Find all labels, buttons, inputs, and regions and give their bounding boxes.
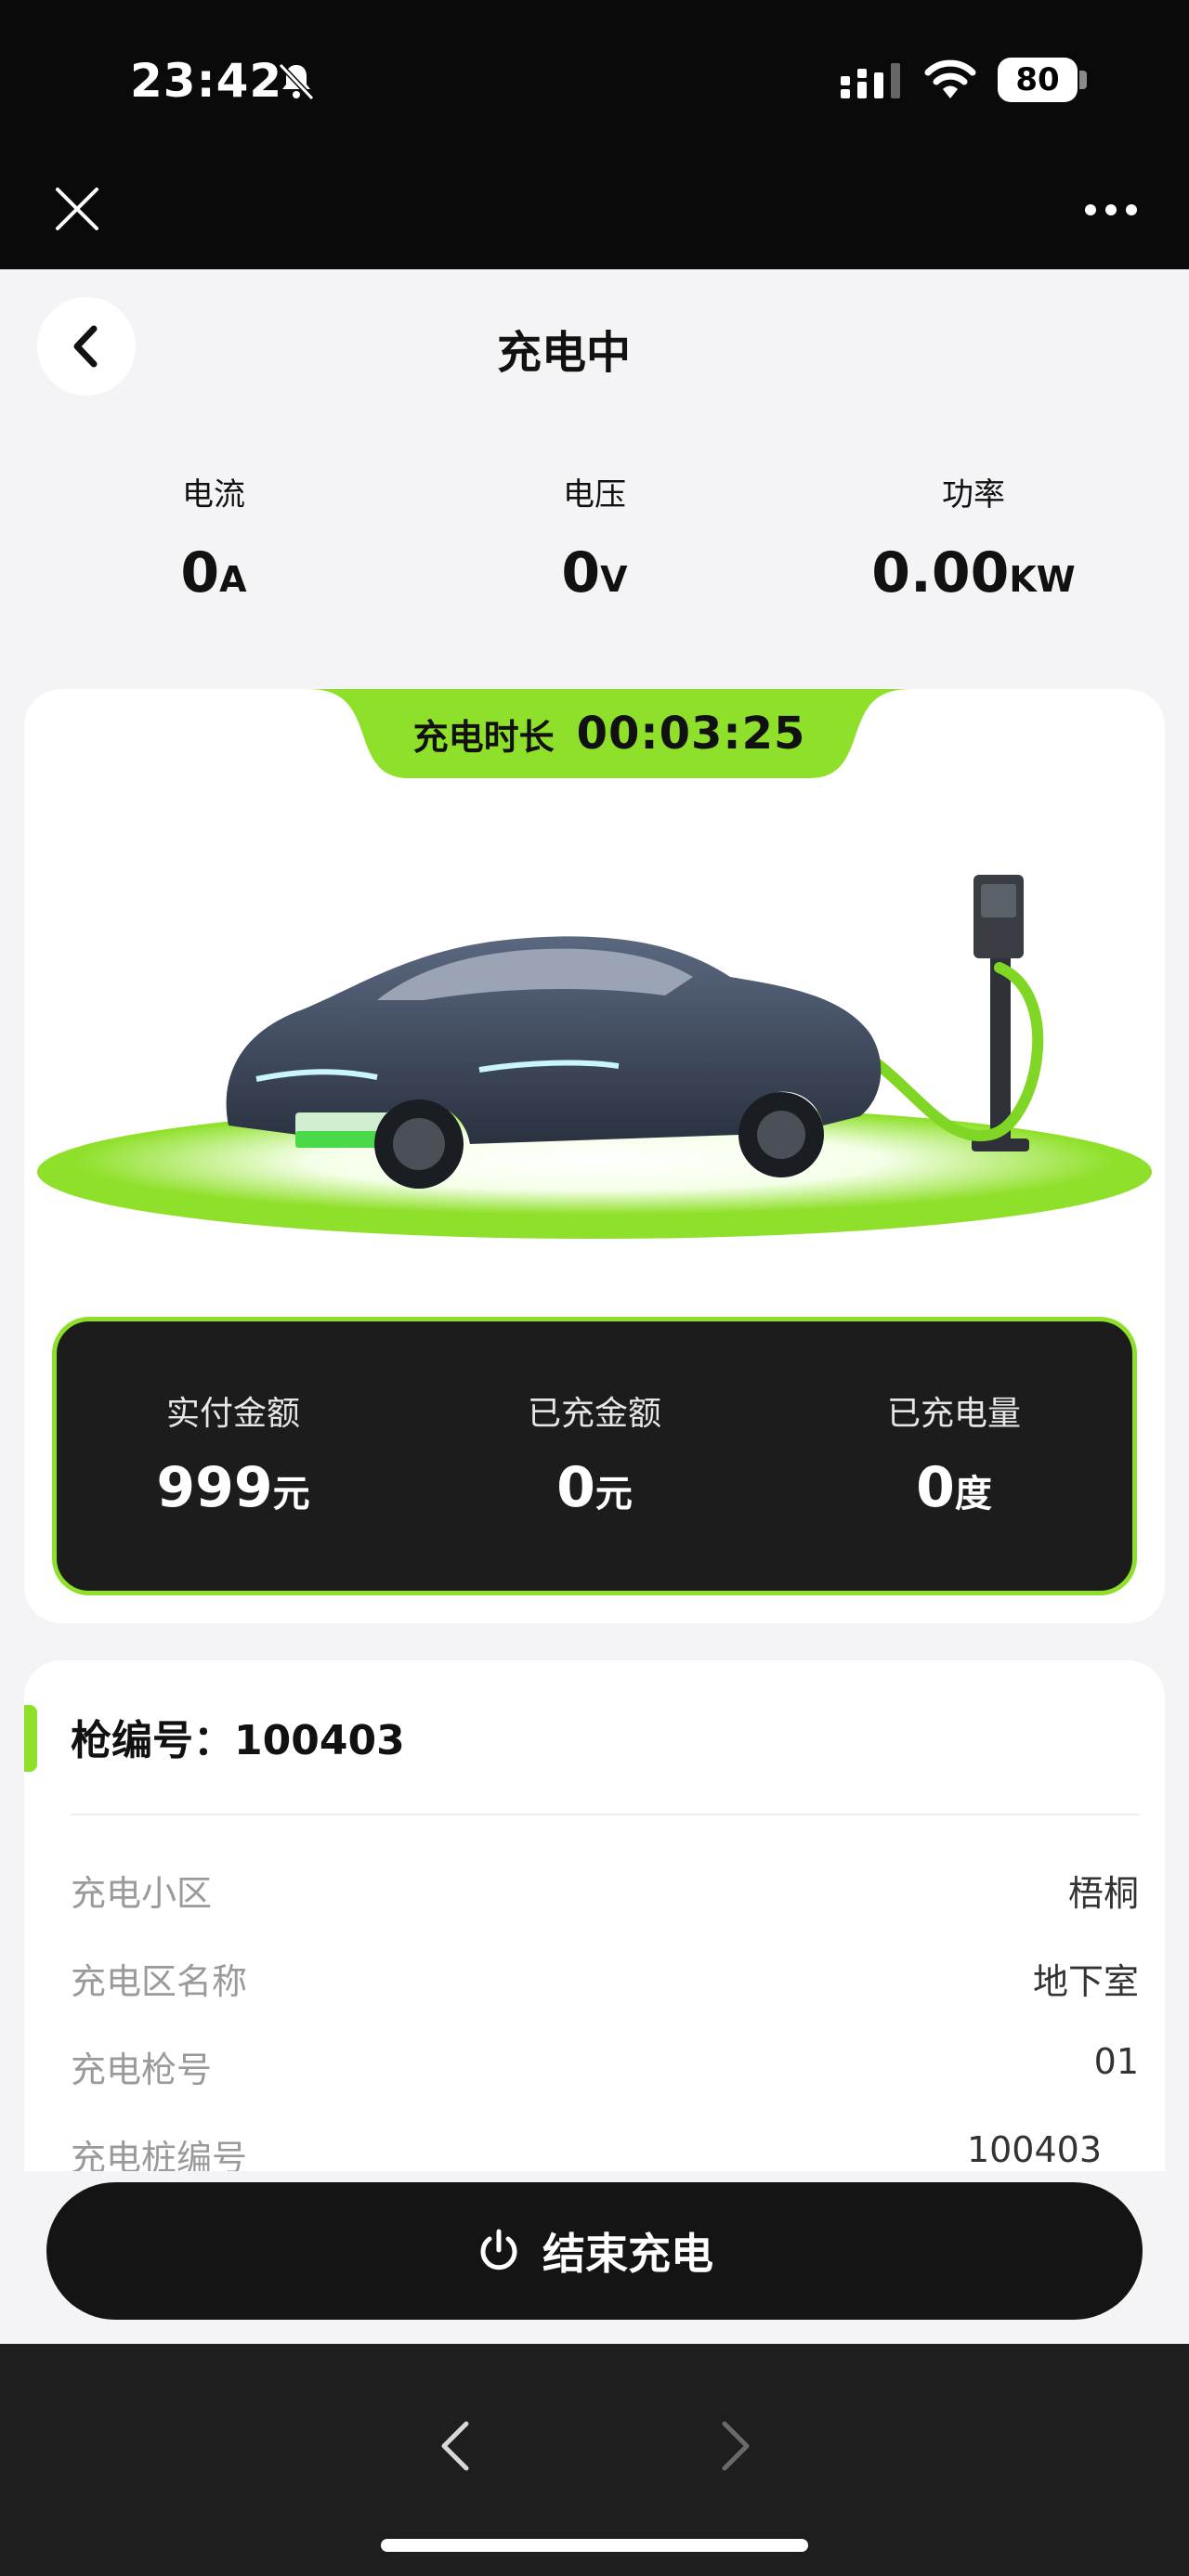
metric-value: 0.00KW [788, 540, 1159, 605]
stat-unit: 元 [272, 1473, 310, 1516]
battery-indicator: 80 [998, 58, 1078, 102]
signal-icon [841, 63, 900, 98]
power-icon [480, 2229, 517, 2270]
metric-number: 0 [180, 540, 220, 605]
more-icon[interactable] [1083, 202, 1139, 217]
metric-unit: A [219, 559, 247, 600]
info-row-community: 充电小区 梧桐 [71, 1865, 1139, 1920]
info-row-value: 100403 [966, 2129, 1102, 2170]
duration-label: 充电时长 [412, 716, 555, 758]
stat-paid: 实付金额 999元 [57, 1386, 410, 1520]
stat-value: 0度 [777, 1455, 1130, 1520]
metric-value: 0V [409, 540, 780, 605]
info-row-value: 01 [1093, 2041, 1139, 2082]
divider [71, 1814, 1139, 1815]
chevron-left-icon[interactable] [437, 2418, 474, 2474]
gun-number-heading: 枪编号：100403 [71, 1717, 405, 1764]
metric-number: 0.00 [871, 540, 1010, 605]
metric-current: 电流 0A [28, 469, 399, 605]
metric-voltage: 电压 0V [409, 469, 780, 605]
browser-bottom-bar [0, 2344, 1189, 2576]
bell-slash-icon [278, 62, 315, 101]
stat-unit: 元 [594, 1473, 633, 1516]
stat-label: 实付金额 [165, 1395, 300, 1433]
stat-value: 999元 [57, 1455, 410, 1520]
stat-label: 已充电量 [886, 1395, 1021, 1433]
info-row-zone: 充电区名称 地下室 [71, 1953, 1139, 2009]
page-title: 充电中 [496, 327, 631, 379]
end-charging-label: 结束充电 [542, 2229, 713, 2279]
info-row-value: 地下室 [1032, 1961, 1139, 2002]
battery-cap [1079, 71, 1087, 89]
duration-value: 00:03:25 [576, 708, 806, 760]
home-indicator[interactable] [381, 2539, 808, 2552]
stat-label: 已充金额 [527, 1395, 661, 1433]
gun-info-card: 枪编号：100403 充电小区 梧桐 充电区名称 地下室 充电枪号 01 充电桩… [24, 1660, 1165, 2180]
stat-value: 0元 [418, 1455, 771, 1520]
metric-unit: KW [1009, 559, 1076, 600]
metric-unit: V [600, 559, 628, 600]
stat-unit: 度 [954, 1473, 992, 1516]
car-illustration [37, 875, 1152, 1239]
metric-label: 电流 [182, 476, 245, 514]
info-row-label: 充电区名称 [71, 1961, 248, 2002]
wifi-icon [924, 59, 976, 98]
stat-number: 0 [556, 1455, 595, 1520]
metric-number: 0 [561, 540, 601, 605]
info-row-label: 充电枪号 [71, 2049, 213, 2090]
chevron-right-icon[interactable] [717, 2418, 754, 2474]
stat-number: 0 [916, 1455, 955, 1520]
metric-value: 0A [28, 540, 399, 605]
metric-label: 电压 [563, 476, 626, 514]
section-accent [24, 1705, 37, 1772]
end-charging-button[interactable]: 结束充电 [46, 2182, 1143, 2320]
charging-card: 充电时长 00:03:25 实付金额 999元 已充金额 0元 已充电量 0度 [24, 689, 1165, 1623]
close-icon[interactable] [54, 186, 100, 232]
metric-power: 功率 0.00KW [788, 469, 1159, 605]
info-row-label: 充电小区 [71, 1873, 213, 1914]
top-bar: 23:42 80 [0, 0, 1189, 269]
status-time: 23:42 [130, 54, 283, 108]
stat-charged-energy: 已充电量 0度 [777, 1386, 1130, 1520]
metric-label: 功率 [942, 476, 1005, 514]
info-row-gun: 充电枪号 01 [71, 2041, 1139, 2097]
charging-duration: 充电时长 00:03:25 [307, 689, 911, 778]
stat-charged-amount: 已充金额 0元 [418, 1386, 771, 1520]
stat-number: 999 [156, 1455, 273, 1520]
info-row-value: 梧桐 [1067, 1873, 1139, 1914]
charging-stats: 实付金额 999元 已充金额 0元 已充电量 0度 [52, 1317, 1137, 1595]
